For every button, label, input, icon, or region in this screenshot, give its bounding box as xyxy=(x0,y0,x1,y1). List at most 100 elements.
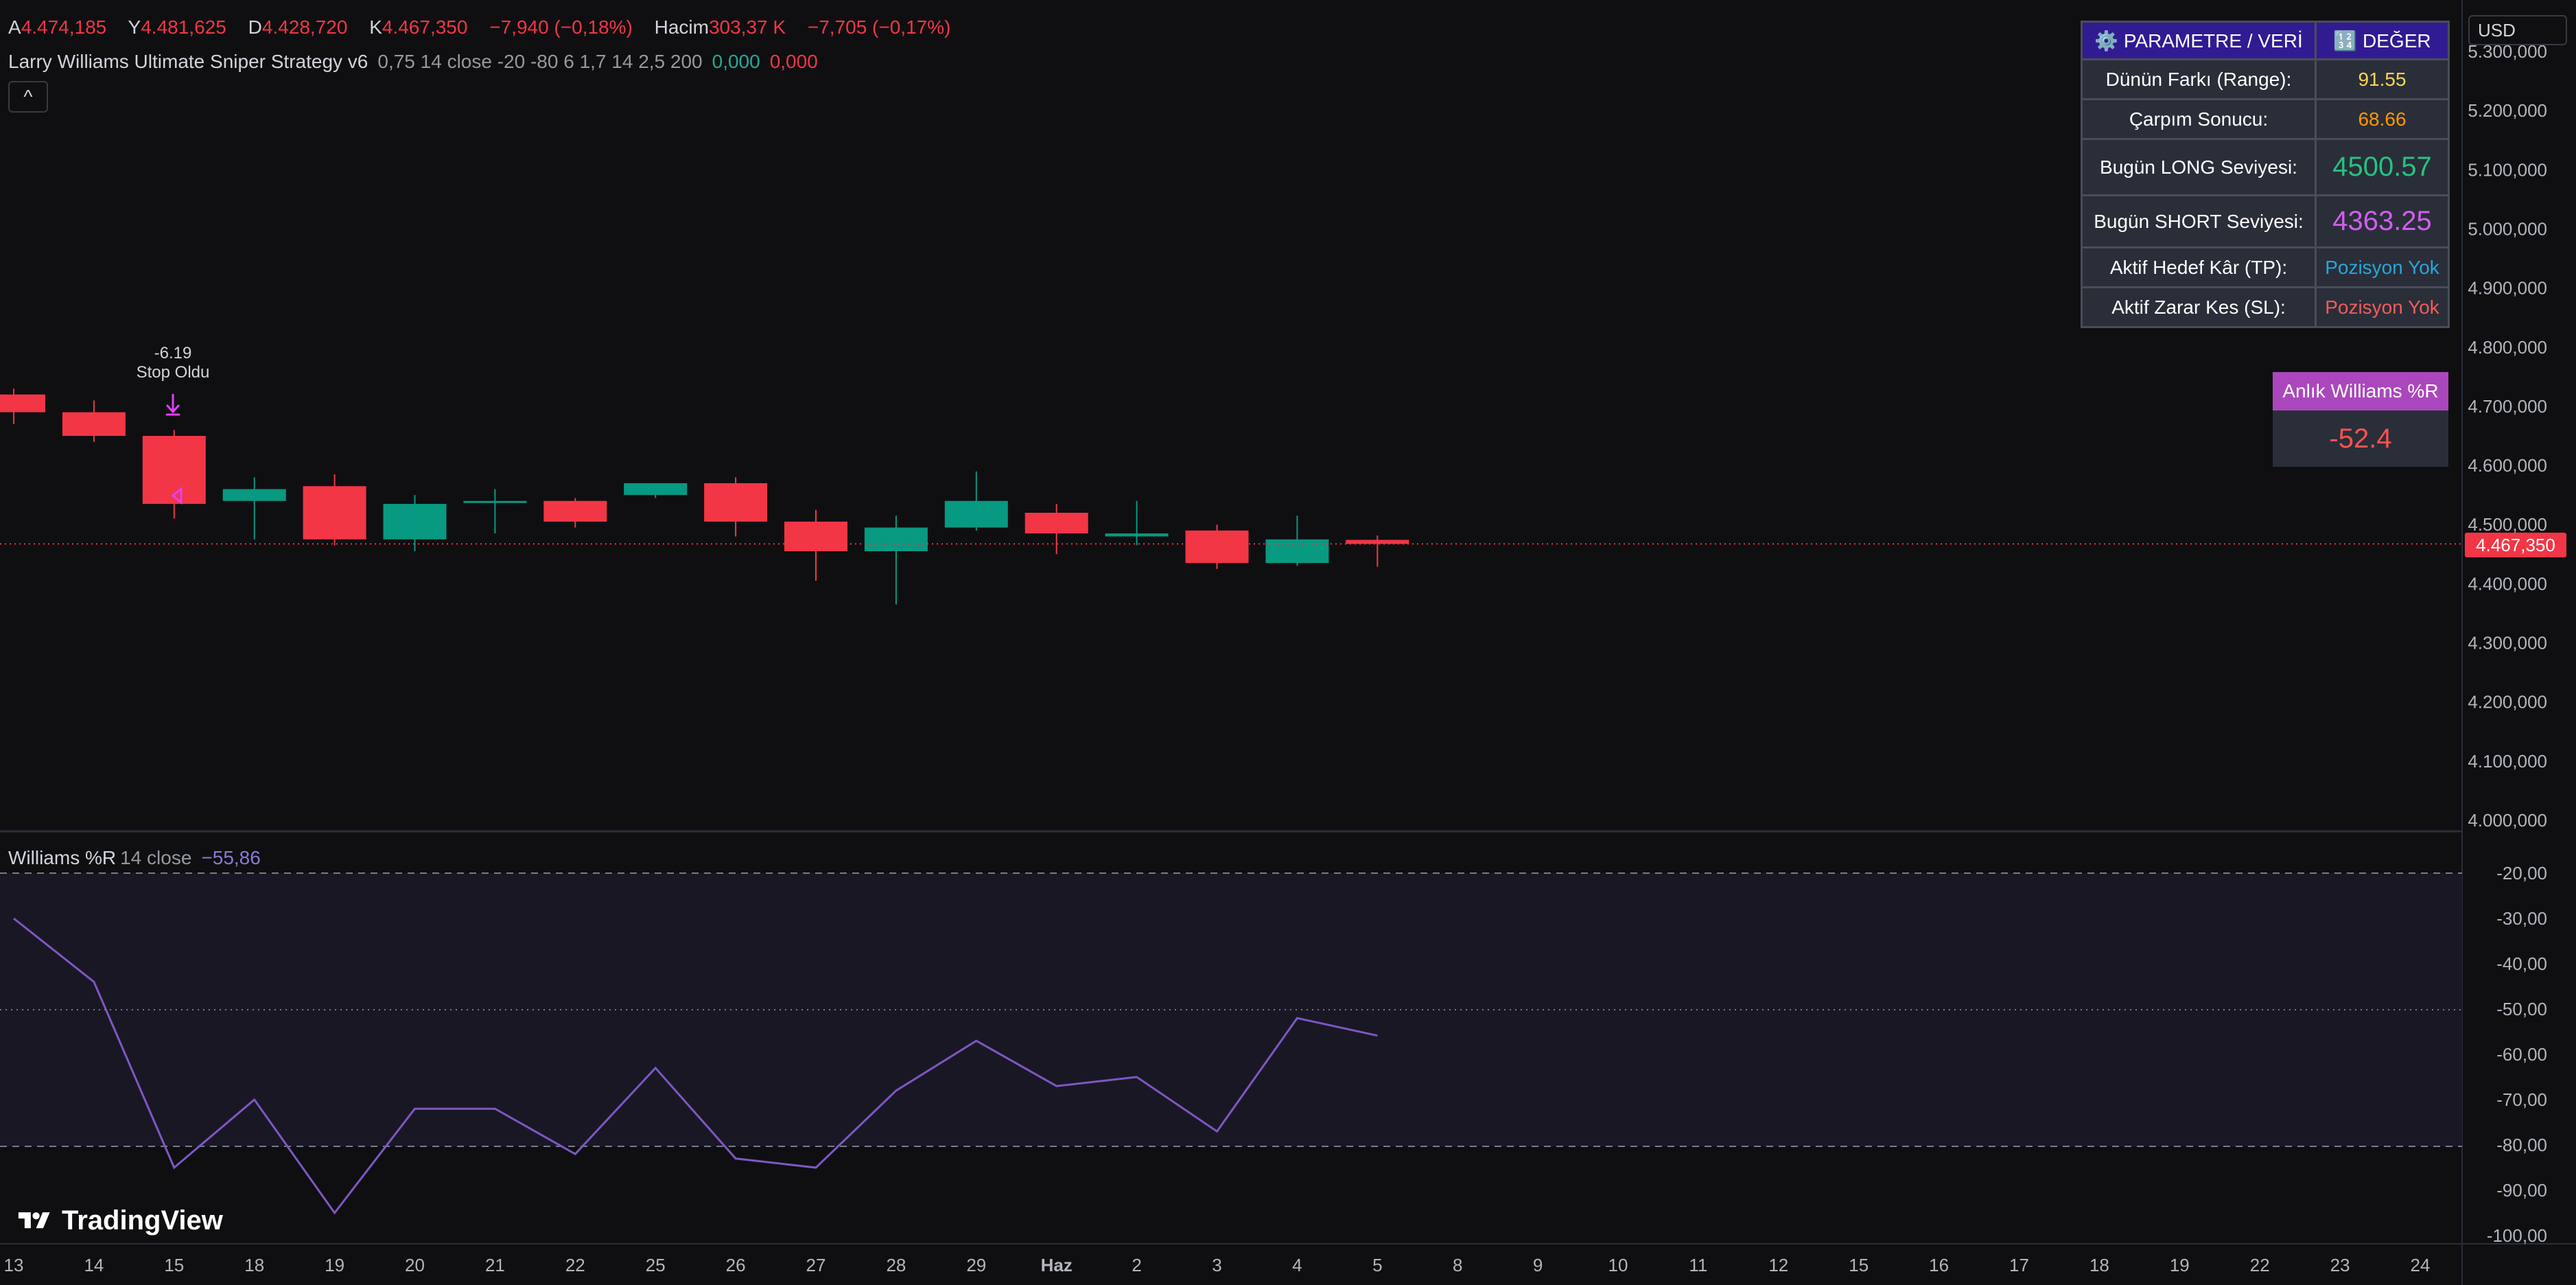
candle-body xyxy=(704,483,768,522)
candle-body xyxy=(222,489,286,501)
stop-loss-value: Pozisyon Yok xyxy=(2315,286,2450,328)
price-axis-tick: 4.200,000 xyxy=(2468,692,2547,713)
williams-r-box-value: -52.4 xyxy=(2273,410,2448,467)
tradingview-wordmark: TradingView xyxy=(62,1205,223,1236)
time-axis-tick: 12 xyxy=(1768,1255,1788,1275)
signal-label: Stop Oldu xyxy=(137,363,210,382)
long-level-value: 4500.57 xyxy=(2315,138,2450,196)
time-axis-tick: 21 xyxy=(485,1255,505,1275)
time-axis-tick: 24 xyxy=(2411,1255,2431,1275)
time-axis-tick: 3 xyxy=(1212,1255,1221,1275)
time-axis-tick: 25 xyxy=(646,1255,666,1275)
time-axis-tick: 19 xyxy=(325,1255,344,1275)
price-axis-tick: 5.200,000 xyxy=(2468,100,2547,121)
wr-axis-tick: -90,00 xyxy=(2496,1180,2547,1201)
short-level-label: Bugün SHORT Seviyesi: xyxy=(2081,194,2317,248)
open-value: 4.474,185 xyxy=(21,16,107,38)
time-axis-tick: 2 xyxy=(1132,1255,1141,1275)
take-profit-label: Aktif Hedef Kâr (TP): xyxy=(2081,246,2317,288)
wr-legend[interactable]: Williams %R 14 close −55,86 xyxy=(8,847,261,869)
wr-axis-tick: -100,00 xyxy=(2487,1225,2547,1246)
time-axis-tick: 22 xyxy=(2250,1255,2270,1275)
price-change: −7,940 (−0,18%) xyxy=(489,16,633,38)
volume-value: 303,37 K xyxy=(708,16,786,38)
close-value: 4.467,350 xyxy=(382,16,468,38)
volume-change: −7,705 (−0,17%) xyxy=(807,16,951,38)
parameter-table: ⚙️ PARAMETRE / VERİ 🔢 DEĞER Dünün Farkı … xyxy=(2081,21,2450,328)
price-axis-tick: 4.900,000 xyxy=(2468,278,2547,299)
price-axis-tick: 4.600,000 xyxy=(2468,455,2547,476)
wr-axis-tick: -40,00 xyxy=(2496,953,2547,974)
long-level-label: Bugün LONG Seviyesi: xyxy=(2081,138,2317,196)
chevron-up-icon: ^ xyxy=(23,86,33,107)
tradingview-icon xyxy=(18,1212,50,1228)
price-axis-tick: 5.000,000 xyxy=(2468,218,2547,239)
wr-value: −55,86 xyxy=(201,847,261,868)
time-axis-tick: 18 xyxy=(2089,1255,2109,1275)
stop-loss-label: Aktif Zarar Kes (SL): xyxy=(2081,286,2317,328)
take-profit-value: Pozisyon Yok xyxy=(2315,246,2450,288)
wr-name[interactable]: Williams %R xyxy=(8,847,116,868)
collapse-legend-button[interactable]: ^ xyxy=(8,81,48,113)
time-axis-tick: 22 xyxy=(565,1255,585,1275)
time-axis-tick: 28 xyxy=(886,1255,906,1275)
wr-axis-tick: -60,00 xyxy=(2496,1044,2547,1065)
candle-body xyxy=(864,527,928,551)
time-axis-tick: 17 xyxy=(2009,1255,2029,1275)
currency-select[interactable]: USD xyxy=(2468,15,2567,45)
strategy-params: 0,75 14 close -20 -80 6 1,7 14 2,5 200 xyxy=(377,51,703,72)
candle-body xyxy=(624,483,688,496)
candle-body xyxy=(1105,533,1169,537)
wr-axis-tick: -80,00 xyxy=(2496,1135,2547,1155)
candle-body xyxy=(944,500,1008,528)
time-axis-tick: 20 xyxy=(405,1255,425,1275)
time-axis-tick: 16 xyxy=(1929,1255,1949,1275)
time-axis-tick: 26 xyxy=(726,1255,746,1275)
strategy-value-1: 0,000 xyxy=(712,51,760,72)
open-label: A xyxy=(8,16,21,38)
time-axis-tick: 4 xyxy=(1292,1255,1302,1275)
time-axis-tick: 29 xyxy=(966,1255,986,1275)
candle-body xyxy=(383,504,447,540)
time-axis-tick: 11 xyxy=(1689,1255,1707,1275)
time-axis-tick: 23 xyxy=(2330,1255,2350,1275)
wr-axis-tick: -50,00 xyxy=(2496,999,2547,1019)
candle-body xyxy=(784,521,847,551)
time-axis-tick: 15 xyxy=(164,1255,184,1275)
williams-r-box: Anlık Williams %R -52.4 xyxy=(2273,372,2448,467)
strategy-value-2: 0,000 xyxy=(769,51,818,72)
product-label: Çarpım Sonucu: xyxy=(2081,98,2317,140)
price-axis-tick: 4.100,000 xyxy=(2468,751,2547,772)
candle-body xyxy=(0,394,45,413)
short-level-value: 4363.25 xyxy=(2315,194,2450,248)
wr-axis-tick: -30,00 xyxy=(2496,908,2547,929)
wr-axis-tick: -70,00 xyxy=(2496,1089,2547,1110)
time-axis-tick: 10 xyxy=(1608,1255,1628,1275)
tradingview-logo[interactable]: TradingView xyxy=(14,1205,223,1236)
time-axis-tick: 13 xyxy=(4,1255,24,1275)
time-axis-tick: Haz xyxy=(1041,1255,1073,1275)
price-axis-tick: 4.500,000 xyxy=(2468,514,2547,535)
price-axis-tick: 4.800,000 xyxy=(2468,337,2547,358)
candle-body xyxy=(62,412,126,436)
last-price-tag: 4.467,350 xyxy=(2465,533,2566,557)
time-axis-tick: 27 xyxy=(806,1255,826,1275)
candle-body xyxy=(1024,513,1088,534)
price-axis-tick: 4.300,000 xyxy=(2468,633,2547,653)
high-value: 4.481,625 xyxy=(141,16,226,38)
price-axis-tick: 4.000,000 xyxy=(2468,810,2547,831)
candle-body xyxy=(543,500,607,522)
range-value: 91.55 xyxy=(2315,58,2450,100)
signal-value: -6.19 xyxy=(154,344,192,362)
candle-body xyxy=(303,486,366,540)
ohlc-legend: A4.474,185 Y4.481,625 D4.428,720 K4.467,… xyxy=(8,16,967,38)
price-axis-tick: 4.400,000 xyxy=(2468,573,2547,594)
time-axis-tick: 8 xyxy=(1453,1255,1462,1275)
time-axis-tick: 14 xyxy=(84,1255,104,1275)
strategy-name[interactable]: Larry Williams Ultimate Sniper Strategy … xyxy=(8,51,368,72)
close-label: K xyxy=(369,16,382,38)
low-label: D xyxy=(248,16,262,38)
candle xyxy=(1185,524,1249,569)
low-value: 4.428,720 xyxy=(261,16,348,38)
strategy-legend[interactable]: Larry Williams Ultimate Sniper Strategy … xyxy=(8,51,818,73)
